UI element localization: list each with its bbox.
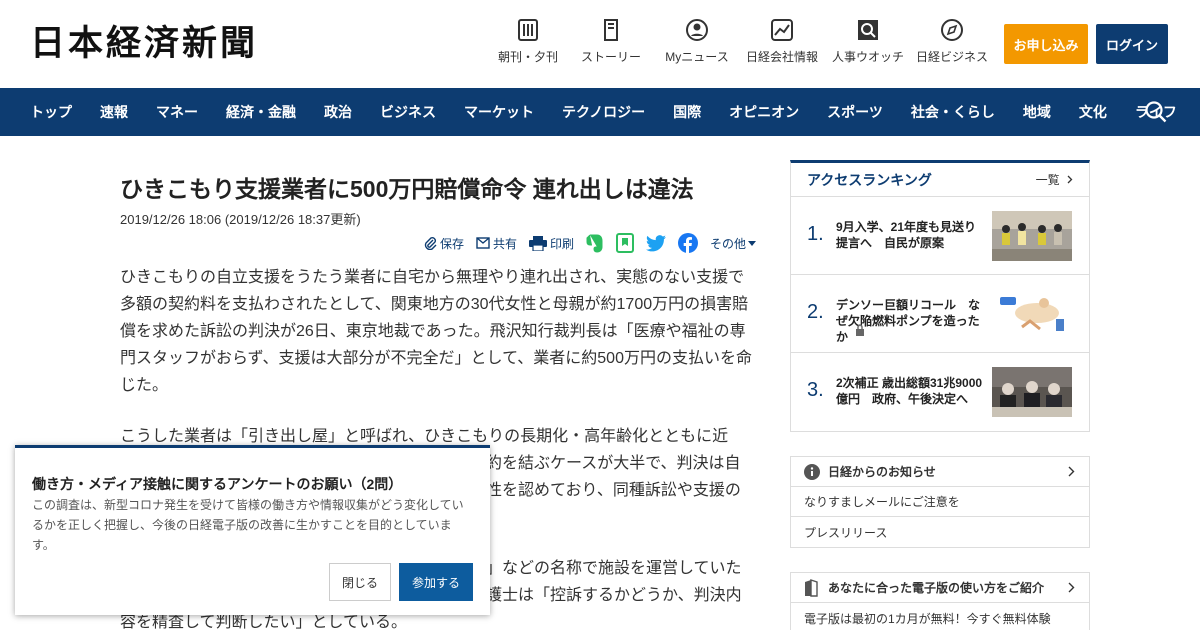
bookmark-app-icon[interactable] xyxy=(616,233,635,253)
nav-mynews[interactable]: Myニュース xyxy=(656,18,738,65)
search-icon[interactable] xyxy=(1144,100,1168,124)
print-button[interactable]: 印刷 xyxy=(529,235,574,252)
notice-title: 日経からのお知らせ xyxy=(828,465,936,479)
save-label: 保存 xyxy=(440,236,465,251)
join-button[interactable]: 参加する xyxy=(399,563,473,601)
ranking-item[interactable]: 1. 9月入学、21年度も見送り提言へ 自民が原案 xyxy=(791,197,1089,275)
share-label: 共有 xyxy=(493,236,518,251)
share-other-button[interactable]: その他 xyxy=(710,235,759,252)
ranking-headline: デンソー巨額リコール なぜ欠陥燃料ポンプを造ったか xyxy=(836,298,981,344)
nav-label: 朝刊・夕刊 xyxy=(497,50,558,64)
lock-icon xyxy=(856,324,864,336)
nav-label: 人事ウオッチ xyxy=(831,50,904,64)
ranking-number: 2. xyxy=(807,301,824,323)
mail-icon xyxy=(476,237,490,249)
login-button[interactable]: ログイン xyxy=(1096,24,1168,64)
nav-international[interactable]: 国際 xyxy=(673,102,701,122)
print-label: 印刷 xyxy=(550,236,575,251)
ranking-title: アクセスランキング xyxy=(807,171,932,188)
subscribe-button[interactable]: お申し込み xyxy=(1004,24,1088,64)
ranking-item[interactable]: 2. デンソー巨額リコール なぜ欠陥燃料ポンプを造ったか xyxy=(791,275,1089,353)
newspaper-icon xyxy=(516,18,540,42)
site-header: 日本経済新聞 朝刊・夕刊 ストーリー Myニュース 日経会社情報 人事ウオッチ … xyxy=(0,0,1200,88)
ranking-item[interactable]: 3. 2次補正 歳出総額31兆9000億円 政府、午後決定へ xyxy=(791,353,1089,431)
nav-story[interactable]: ストーリー xyxy=(566,18,656,65)
ranking-header: アクセスランキング 一覧 xyxy=(791,163,1089,197)
ranking-number: 3. xyxy=(807,379,824,401)
nav-market[interactable]: マーケット xyxy=(464,102,534,122)
nav-culture[interactable]: 文化 xyxy=(1079,102,1107,122)
chart-icon xyxy=(770,18,794,42)
nav-business-section[interactable]: ビジネス xyxy=(380,102,436,122)
story-icon xyxy=(599,18,623,42)
caret-down-icon xyxy=(748,240,757,246)
notice-item[interactable]: なりすましメールにご注意を xyxy=(791,487,1089,517)
facebook-icon[interactable] xyxy=(678,233,699,253)
nav-label: ストーリー xyxy=(580,50,641,64)
site-logo[interactable]: 日本経済新聞 xyxy=(30,22,258,66)
nav-money[interactable]: マネー xyxy=(156,102,198,122)
notice-item[interactable]: プレスリリース xyxy=(791,517,1089,547)
ranking-headline: 9月入学、21年度も見送り提言へ 自民が原案 xyxy=(836,220,977,250)
chevron-right-icon xyxy=(1068,582,1075,593)
access-ranking: アクセスランキング 一覧 1. 9月入学、21年度も見送り提言へ 自民が原案 2… xyxy=(790,160,1090,432)
nav-label: 日経ビジネス xyxy=(915,50,988,64)
ranking-headline: 2次補正 歳出総額31兆9000億円 政府、午後決定へ xyxy=(836,376,983,406)
ranking-thumbnail xyxy=(992,289,1072,339)
header-nav: 朝刊・夕刊 ストーリー Myニュース 日経会社情報 人事ウオッチ 日経ビジネス xyxy=(490,18,994,65)
ranking-number: 1. xyxy=(807,223,824,245)
guide-title: あなたに合った電子版の使い方をご紹介 xyxy=(828,581,1045,595)
nav-business[interactable]: 日経ビジネス xyxy=(910,18,994,65)
nav-sports[interactable]: スポーツ xyxy=(827,102,883,122)
nav-personnel[interactable]: 人事ウオッチ xyxy=(826,18,910,65)
other-label: その他 xyxy=(710,236,747,251)
survey-popup: 働き方・メディア接触に関するアンケートのお願い（2問） この調査は、新型コロナ発… xyxy=(15,445,490,615)
nav-opinion[interactable]: オピニオン xyxy=(729,102,799,122)
popup-body: この調査は、新型コロナ発生を受けて皆様の働き方や情報収集がどう変化しているかを正… xyxy=(32,498,464,552)
search-person-icon xyxy=(856,18,880,42)
nav-label: 日経会社情報 xyxy=(745,50,818,64)
nav-economy[interactable]: 経済・金融 xyxy=(226,102,296,122)
user-icon xyxy=(685,18,709,42)
nav-company[interactable]: 日経会社情報 xyxy=(738,18,826,65)
share-button[interactable]: 共有 xyxy=(476,235,517,252)
chevron-right-icon xyxy=(1068,466,1075,477)
main-nav-list: トップ 速報 マネー 経済・金融 政治 ビジネス マーケット テクノロジー 国際… xyxy=(30,88,1200,136)
twitter-icon[interactable] xyxy=(646,234,667,252)
nav-top[interactable]: トップ xyxy=(30,102,72,122)
share-bar: 保存 共有 印刷 その他 xyxy=(424,232,759,254)
notice-header[interactable]: 日経からのお知らせ xyxy=(791,457,1089,487)
main-nav: トップ 速報 マネー 経済・金融 政治 ビジネス マーケット テクノロジー 国際… xyxy=(0,88,1200,136)
info-icon xyxy=(804,463,820,480)
article-paragraph-1: ひきこもりの自立支援をうたう業者に自宅から無理やり連れ出され、実態のない支援で多… xyxy=(120,269,752,394)
ranking-thumbnail xyxy=(992,367,1072,417)
ranking-thumbnail xyxy=(992,211,1072,261)
ranking-more-label: 一覧 xyxy=(1035,173,1060,187)
popup-title: 働き方・メディア接触に関するアンケートのお願い（2問） xyxy=(32,476,403,492)
chevron-right-icon xyxy=(1067,175,1073,184)
nav-breaking[interactable]: 速報 xyxy=(100,102,128,122)
book-icon xyxy=(805,578,818,597)
nav-society[interactable]: 社会・くらし xyxy=(911,102,995,122)
article-dateline: 2019/12/26 18:06 (2019/12/26 18:37更新) xyxy=(120,212,361,227)
nav-label: Myニュース xyxy=(665,50,729,64)
close-button[interactable]: 閉じる xyxy=(329,563,391,601)
digital-guide: あなたに合った電子版の使い方をご紹介 電子版は最初の1カ月が無料！今すぐ無料体験 xyxy=(790,572,1090,630)
save-button[interactable]: 保存 xyxy=(424,235,464,252)
nikkei-notice: 日経からのお知らせ なりすましメールにご注意を プレスリリース xyxy=(790,456,1090,548)
nav-tech[interactable]: テクノロジー xyxy=(562,102,645,122)
guide-header[interactable]: あなたに合った電子版の使い方をご紹介 xyxy=(791,573,1089,603)
nav-newspaper[interactable]: 朝刊・夕刊 xyxy=(490,18,566,65)
nav-region[interactable]: 地域 xyxy=(1023,102,1051,122)
evernote-icon[interactable] xyxy=(586,233,604,253)
guide-item[interactable]: 電子版は最初の1カ月が無料！今すぐ無料体験 xyxy=(791,603,1089,630)
nav-politics[interactable]: 政治 xyxy=(324,102,352,122)
compass-icon xyxy=(940,18,964,42)
ranking-more-link[interactable]: 一覧 xyxy=(1036,171,1073,188)
printer-icon xyxy=(529,235,548,251)
clip-icon xyxy=(424,237,437,250)
article-title: ひきこもり支援業者に500万円賠償命令 連れ出しは違法 xyxy=(120,176,694,202)
